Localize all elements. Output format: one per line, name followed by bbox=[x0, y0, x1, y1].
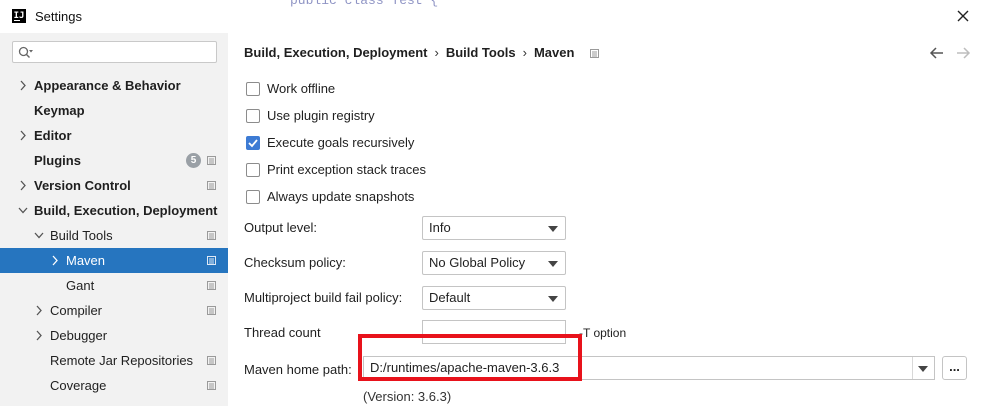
sidebar-item-build-tools[interactable]: Build Tools bbox=[0, 223, 228, 248]
settings-content: Build, Execution, Deployment › Build Tools… bbox=[228, 33, 987, 406]
project-settings-icon bbox=[207, 231, 216, 240]
background-code: public class Test { bbox=[290, 0, 439, 8]
output-level-dropdown[interactable]: Info bbox=[422, 216, 566, 240]
dropdown-value: Info bbox=[429, 220, 451, 235]
project-settings-icon bbox=[207, 306, 216, 315]
sidebar-item-label: Gant bbox=[66, 278, 95, 293]
checkbox-label: Use plugin registry bbox=[267, 108, 375, 123]
project-settings-icon bbox=[207, 281, 216, 290]
checkmark-icon bbox=[248, 139, 258, 148]
chevron-down-icon bbox=[18, 207, 28, 214]
checkbox-label: Execute goals recursively bbox=[267, 135, 415, 150]
checkbox-label: Print exception stack traces bbox=[267, 162, 426, 177]
sidebar-item-debugger[interactable]: Debugger bbox=[0, 323, 228, 348]
project-settings-icon bbox=[207, 356, 216, 365]
sidebar-item-maven[interactable]: Maven bbox=[0, 248, 228, 273]
breadcrumb-separator: › bbox=[434, 45, 439, 60]
breadcrumb-item[interactable]: Build Tools bbox=[446, 45, 516, 60]
thread-count-hint: -T option bbox=[579, 326, 627, 340]
sidebar-item-coverage[interactable]: Coverage bbox=[0, 373, 228, 398]
dropdown-arrow-icon bbox=[548, 226, 558, 232]
project-settings-icon bbox=[207, 381, 216, 390]
dropdown-value: Default bbox=[429, 290, 471, 305]
checkbox-label: Always update snapshots bbox=[267, 189, 415, 204]
sidebar-item-remote-jar-repositories[interactable]: Remote Jar Repositories bbox=[0, 348, 228, 373]
sidebar-item-build-execution-deployment[interactable]: Build, Execution, Deployment bbox=[0, 198, 228, 223]
project-settings-icon bbox=[590, 49, 600, 59]
sidebar-item-label: Build, Execution, Deployment bbox=[34, 203, 218, 218]
title-bar: public class Test { IJ Settings bbox=[0, 0, 987, 33]
checkbox-box[interactable] bbox=[246, 109, 260, 123]
chevron-right-icon bbox=[20, 180, 26, 191]
sidebar-item-label: Plugins bbox=[34, 153, 81, 168]
sidebar-item-label: Remote Jar Repositories bbox=[50, 353, 194, 368]
sidebar-item-version-control[interactable]: Version Control bbox=[0, 173, 228, 198]
checksum-policy-dropdown[interactable]: No Global Policy bbox=[422, 251, 566, 275]
combobox-divider bbox=[912, 357, 913, 379]
sidebar-item-label: Build Tools bbox=[50, 228, 113, 243]
sidebar-item-label: Version Control bbox=[34, 178, 131, 193]
chevron-right-icon bbox=[52, 255, 58, 266]
thread-count-label: Thread count bbox=[244, 325, 321, 340]
sidebar-item-compiler[interactable]: Compiler bbox=[0, 298, 228, 323]
fail-policy-dropdown[interactable]: Default bbox=[422, 286, 566, 310]
checkbox-box[interactable] bbox=[246, 190, 260, 204]
chevron-right-icon bbox=[20, 80, 26, 91]
window-title: Settings bbox=[35, 9, 82, 24]
breadcrumb-separator: › bbox=[522, 45, 527, 60]
project-settings-icon bbox=[207, 256, 216, 265]
sidebar-item-appearance-behavior[interactable]: Appearance & Behavior bbox=[0, 73, 228, 98]
dropdown-arrow-icon[interactable] bbox=[918, 366, 928, 372]
sidebar-item-gant[interactable]: Gant bbox=[0, 273, 228, 298]
project-settings-icon bbox=[207, 181, 216, 190]
navigation-arrows bbox=[923, 45, 971, 64]
sidebar-item-keymap[interactable]: Keymap bbox=[0, 98, 228, 123]
checkbox-box[interactable] bbox=[246, 136, 260, 150]
dropdown-value: No Global Policy bbox=[429, 255, 526, 270]
fail-policy-label: Multiproject build fail policy: bbox=[244, 290, 403, 305]
breadcrumb: Build, Execution, Deployment › Build Tools… bbox=[244, 45, 600, 60]
maven-version-label: (Version: 3.6.3) bbox=[363, 389, 452, 404]
chevron-right-icon bbox=[20, 130, 26, 141]
checkbox-label: Work offline bbox=[267, 81, 336, 96]
breadcrumb-item: Maven bbox=[533, 45, 575, 60]
arrow-right-icon bbox=[957, 47, 971, 59]
chevron-down-icon bbox=[34, 232, 44, 239]
browse-button[interactable]: ... bbox=[942, 356, 967, 380]
arrow-left-icon bbox=[930, 47, 944, 59]
sidebar-item-label: Editor bbox=[34, 128, 72, 143]
breadcrumb-item[interactable]: Build, Execution, Deployment bbox=[244, 45, 427, 60]
search-input[interactable] bbox=[12, 41, 217, 63]
sidebar-item-label: Appearance & Behavior bbox=[34, 78, 181, 93]
dropdown-arrow-icon bbox=[548, 261, 558, 267]
close-icon bbox=[957, 10, 969, 22]
back-button[interactable] bbox=[929, 45, 945, 61]
sidebar-item-label: Compiler bbox=[50, 303, 103, 318]
chevron-right-icon bbox=[36, 330, 42, 341]
checksum-policy-label: Checksum policy: bbox=[244, 255, 346, 270]
sidebar-item-label: Coverage bbox=[50, 378, 107, 393]
chevron-right-icon bbox=[36, 305, 42, 316]
checkbox-box[interactable] bbox=[246, 163, 260, 177]
highlight-annotation-box bbox=[358, 334, 582, 381]
output-level-label: Output level: bbox=[244, 220, 317, 235]
settings-sidebar: Appearance & Behavior Keymap Editor Plug… bbox=[0, 33, 228, 406]
close-button[interactable] bbox=[949, 4, 977, 28]
forward-button[interactable] bbox=[955, 45, 971, 61]
maven-home-path-label: Maven home path: bbox=[244, 362, 352, 377]
search-icon bbox=[18, 46, 33, 58]
checkbox-box[interactable] bbox=[246, 82, 260, 96]
sidebar-item-label: Maven bbox=[66, 253, 106, 268]
sidebar-item-editor[interactable]: Editor bbox=[0, 123, 228, 148]
plugins-count-badge: 5 bbox=[186, 153, 201, 168]
intellij-app-icon: IJ bbox=[12, 9, 26, 23]
project-settings-icon bbox=[207, 156, 216, 165]
sidebar-item-label: Debugger bbox=[50, 328, 108, 343]
sidebar-item-plugins[interactable]: Plugins 5 bbox=[0, 148, 228, 173]
sidebar-item-label: Keymap bbox=[34, 103, 85, 118]
dropdown-arrow-icon bbox=[548, 296, 558, 302]
